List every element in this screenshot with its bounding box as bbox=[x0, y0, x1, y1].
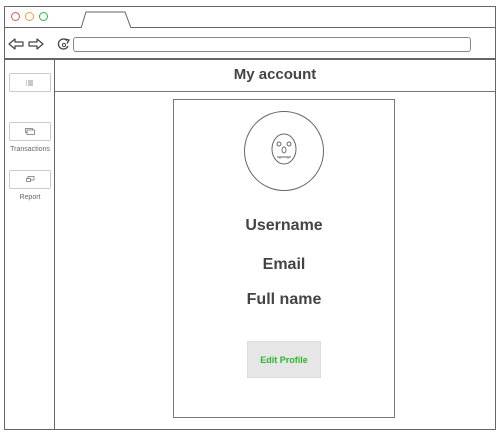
money-icon bbox=[25, 128, 35, 135]
sidebar-item-report[interactable] bbox=[9, 170, 51, 189]
email-field: Email bbox=[262, 256, 306, 273]
close-window-button[interactable] bbox=[11, 12, 20, 21]
username-field: Username bbox=[245, 217, 323, 234]
title-bar bbox=[5, 7, 495, 28]
forward-arrow-icon[interactable] bbox=[28, 37, 44, 51]
sidebar-item-menu[interactable] bbox=[9, 73, 51, 92]
avatar bbox=[244, 111, 324, 191]
sidebar: Transactions Report bbox=[5, 60, 55, 429]
page-header: My account bbox=[55, 60, 495, 92]
browser-tab[interactable] bbox=[81, 10, 131, 28]
page-title: My account bbox=[233, 66, 317, 83]
sidebar-item-transactions[interactable] bbox=[9, 122, 51, 141]
maximize-window-button[interactable] bbox=[39, 12, 48, 21]
profile-card: Username Email Full name Edit Profile bbox=[173, 99, 395, 418]
browser-window: Transactions Report My account Username bbox=[4, 6, 496, 430]
back-arrow-icon[interactable] bbox=[8, 37, 24, 51]
sidebar-item-label: Transactions bbox=[10, 146, 50, 153]
reload-icon[interactable] bbox=[56, 37, 72, 51]
navigation-bar bbox=[5, 28, 495, 60]
sidebar-item-label: Report bbox=[19, 194, 41, 201]
full-name-field: Full name bbox=[246, 291, 322, 308]
face-icon bbox=[271, 133, 297, 165]
chat-icon bbox=[25, 176, 34, 182]
minimize-window-button[interactable] bbox=[25, 12, 34, 21]
edit-profile-button[interactable]: Edit Profile bbox=[247, 341, 321, 378]
list-icon bbox=[26, 80, 33, 85]
address-bar[interactable] bbox=[73, 37, 471, 52]
